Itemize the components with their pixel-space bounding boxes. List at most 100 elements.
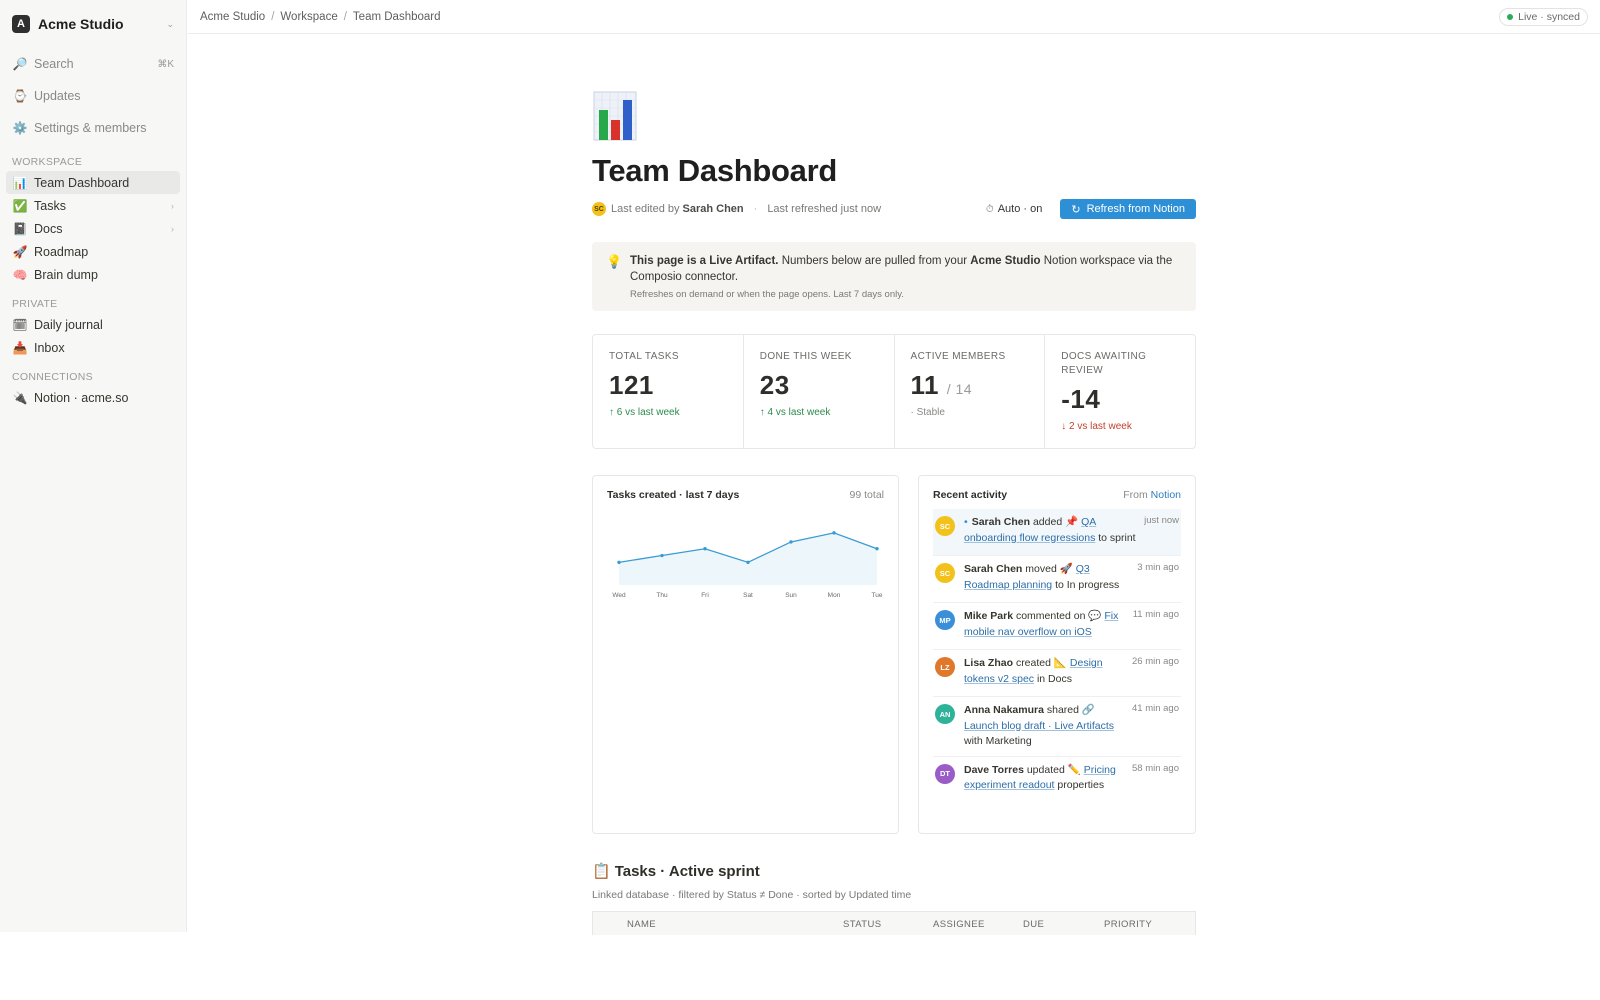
stat-value: -14 xyxy=(1061,384,1101,414)
chart-total: 99 total xyxy=(849,489,884,501)
refresh-button-label: Refresh from Notion xyxy=(1086,203,1185,215)
stat-label: ACTIVE MEMBERS xyxy=(910,351,1006,362)
sidebar-item-label: Docs xyxy=(34,221,63,236)
activity-tail: properties xyxy=(1057,779,1105,791)
status-dot-icon xyxy=(1507,14,1514,20)
activity-verb: moved xyxy=(1025,563,1057,575)
last-edited-prefix: Last edited by xyxy=(611,203,680,215)
activity-tail: to In progress xyxy=(1055,578,1120,591)
column-header-due[interactable]: DUE xyxy=(1023,919,1044,930)
stat-delta: ↑ 4 vs last week xyxy=(759,407,831,418)
activity-time: 11 min ago xyxy=(1132,609,1179,620)
activity-tail: with Marketing xyxy=(964,735,1032,747)
sidebar-settings[interactable]: ⚙️ Settings & members xyxy=(6,112,180,144)
chart-x-tick-label: Mon xyxy=(828,592,841,599)
check-icon: ✅ xyxy=(12,198,28,213)
stat-value: 11 / 14 xyxy=(910,370,973,400)
column-header-name[interactable]: NAME xyxy=(627,919,656,930)
tasks-db-title[interactable]: 📋 Tasks · Active sprint xyxy=(592,862,1196,881)
activity-item: AN Anna Nakamura shared 🔗 Launch blog dra… xyxy=(933,697,1181,757)
column-header-priority[interactable]: PRIORITY xyxy=(1104,919,1152,930)
activity-time: 3 min ago xyxy=(1137,562,1179,573)
activity-time: 41 min ago xyxy=(1131,703,1179,714)
sidebar-item-label: Brain dump xyxy=(34,267,98,282)
chevron-down-icon: ⌄ xyxy=(166,18,174,29)
notion-source-link[interactable]: Notion xyxy=(1151,489,1181,501)
avatar: MP xyxy=(935,610,955,630)
sidebar-item-label: Inbox xyxy=(34,340,65,355)
breadcrumb-item[interactable]: Acme Studio xyxy=(200,11,265,23)
sidebar-item-label: Notion · acme.so xyxy=(34,390,129,405)
column-header-status[interactable]: STATUS xyxy=(843,919,881,930)
auto-refresh-toggle[interactable]: ⏱ Auto · on xyxy=(986,203,1042,215)
activity-target-link[interactable]: Launch blog draft · Live Artifacts xyxy=(964,720,1114,732)
workspace-switcher[interactable]: A Acme Studio ⌄ xyxy=(0,0,186,48)
chart-point[interactable] xyxy=(617,560,621,565)
sidebar-item-brain-dump[interactable]: 🧠 Brain dump xyxy=(6,263,180,286)
sidebar-item-label: Team Dashboard xyxy=(34,175,130,190)
activity-verb: commented on xyxy=(1015,610,1086,622)
activity-actor: Lisa Zhao xyxy=(964,657,1014,669)
chart-point[interactable] xyxy=(660,553,664,558)
callout-subtext: Refreshes on demand or when the page ope… xyxy=(630,289,904,300)
activity-list: SC • Sarah Chen added 📌 QA onboarding flow… xyxy=(933,509,1181,804)
activity-text: Lisa Zhao created 📐 Design tokens v2 spe… xyxy=(964,656,1126,690)
sidebar-search[interactable]: 🔎 Search ⌘K xyxy=(6,48,180,80)
chevron-right-icon[interactable]: › xyxy=(171,201,174,211)
chevron-right-icon[interactable]: › xyxy=(171,224,174,234)
section-private-heading: PRIVATE xyxy=(12,298,58,310)
sidebar-item-label: Tasks xyxy=(34,198,66,213)
breadcrumb-item[interactable]: Workspace xyxy=(280,11,337,23)
activity-tail: in Docs xyxy=(1036,672,1072,685)
shortcut-hint: ⌘K xyxy=(157,58,174,70)
sidebar: A Acme Studio ⌄ 🔎 Search ⌘K ⌚ Updates ⚙️… xyxy=(0,0,187,932)
sidebar-item-team-dashboard[interactable]: 📊 Team Dashboard xyxy=(6,171,180,194)
refresh-from-notion-button[interactable]: ↻ Refresh from Notion xyxy=(1060,199,1196,219)
panel-header: Recent activity From Notion xyxy=(933,489,1181,501)
tasks-db-subtitle: Linked database · filtered by Status ≠ D… xyxy=(592,889,912,901)
panel-header: Tasks created · last 7 days 99 total xyxy=(607,489,884,501)
chart-point[interactable] xyxy=(875,547,879,551)
tasks-db-title-text: Tasks · Active sprint xyxy=(614,862,760,880)
sidebar-item-daily-journal[interactable]: 🗓 Daily journal xyxy=(6,313,180,336)
stat-done-this-week: DONE THIS WEEK 23 ↑ 4 vs last week xyxy=(744,335,895,448)
sidebar-item-roadmap[interactable]: 🚀 Roadmap xyxy=(6,240,180,263)
activity-item: MP Mike Park commented on 💬 Fix mobile na… xyxy=(933,603,1181,650)
callout-lead: This page is a Live Artifact. xyxy=(630,255,779,267)
stat-label: TOTAL TASKS xyxy=(609,351,679,362)
breadcrumb-item-current[interactable]: Team Dashboard xyxy=(353,11,441,23)
panels-row: Tasks created · last 7 days 99 total Wed… xyxy=(592,475,1196,834)
last-refreshed: Last refreshed just now xyxy=(767,203,882,215)
chart-point[interactable] xyxy=(746,560,750,565)
activity-verb: updated xyxy=(1026,763,1065,776)
avatar: SC xyxy=(935,563,955,583)
stats-strip: TOTAL TASKS 121 ↑ 6 vs last week DONE TH… xyxy=(592,334,1196,449)
activity-verb: shared xyxy=(1046,704,1079,716)
bar-chart-icon: 📊 xyxy=(12,175,28,190)
stat-label: DONE THIS WEEK xyxy=(759,351,852,362)
activity-verb: added xyxy=(1032,516,1063,528)
gear-icon: ⚙️ xyxy=(12,121,28,135)
activity-item: SC • Sarah Chen added 📌 QA onboarding flow… xyxy=(933,509,1181,556)
sidebar-updates[interactable]: ⌚ Updates xyxy=(6,80,180,112)
sidebar-item-inbox[interactable]: 📥 Inbox xyxy=(6,336,180,359)
activity-emoji-icon: 🚀 xyxy=(1059,563,1073,575)
stat-active-members: ACTIVE MEMBERS 11 / 14 · Stable xyxy=(895,335,1046,448)
sidebar-item-tasks[interactable]: ✅ Tasks › xyxy=(6,194,180,217)
chart-x-tick-label: Tue xyxy=(872,592,883,599)
sidebar-item-label: Daily journal xyxy=(34,317,103,332)
activity-text: Dave Torres updated ✏️ Pricing experimen… xyxy=(964,763,1126,798)
chart-point[interactable] xyxy=(789,540,793,544)
lightbulb-icon: 💡 xyxy=(606,254,623,269)
chart-x-tick-label: Sun xyxy=(785,592,797,599)
chart-point[interactable] xyxy=(703,547,707,551)
sidebar-item-notion-connection[interactable]: 🔌 Notion · acme.so xyxy=(6,386,180,409)
inbox-icon: 📥 xyxy=(12,340,28,355)
chart-x-tick-label: Sat xyxy=(743,592,753,599)
chart-title: Tasks created · last 7 days xyxy=(607,489,740,501)
activity-emoji-icon: 📌 xyxy=(1065,516,1079,528)
column-header-assignee[interactable]: ASSIGNEE xyxy=(933,919,985,930)
sidebar-item-docs[interactable]: 📓 Docs › xyxy=(6,217,180,240)
table-header: NAME STATUS ASSIGNEE DUE PRIORITY xyxy=(592,911,1196,935)
chart-point[interactable] xyxy=(832,531,836,535)
